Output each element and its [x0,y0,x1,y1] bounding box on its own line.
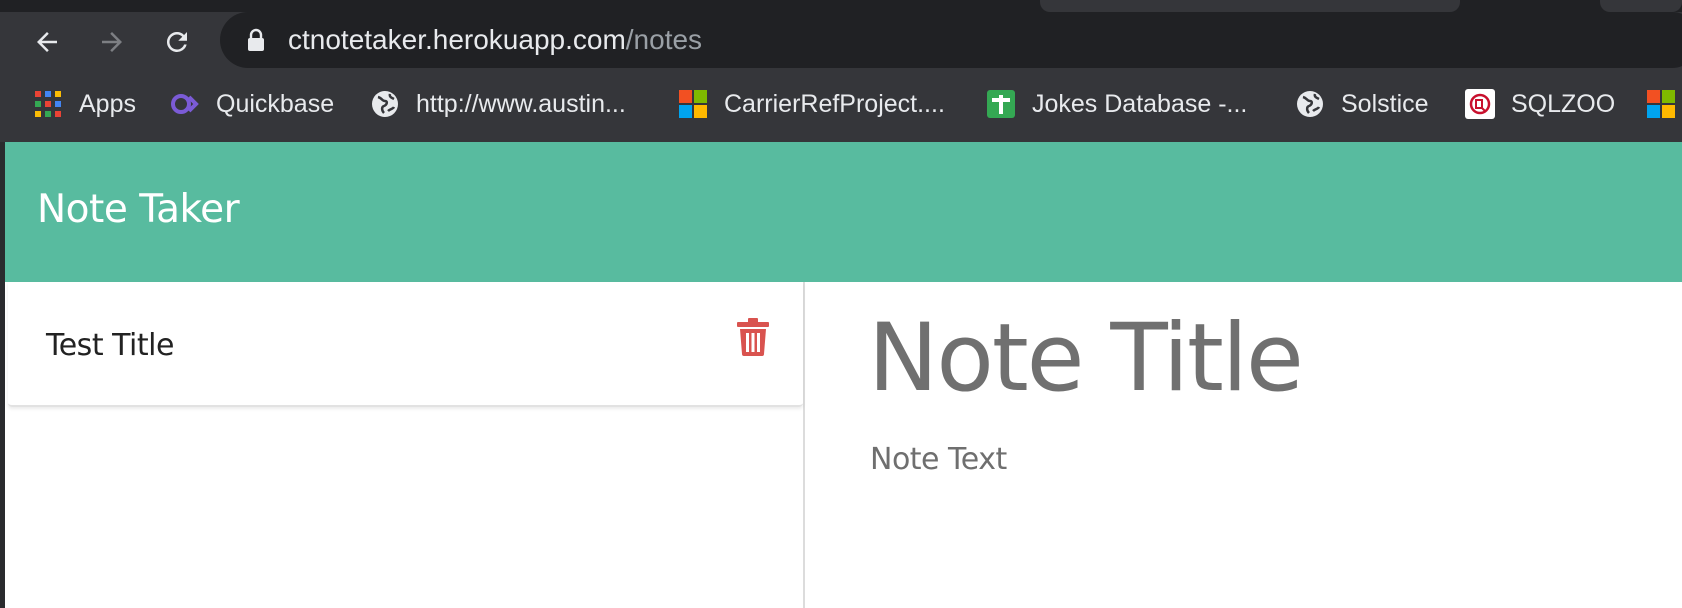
lock-icon[interactable] [246,28,266,52]
note-editor: Note Title Note Text [806,282,1682,608]
trash-icon[interactable] [736,318,770,356]
bookmark-label: http://www.austin... [416,89,626,118]
forward-button[interactable] [90,20,134,64]
tab-strip [0,0,1682,12]
arrow-right-icon [102,32,122,52]
globe-icon [1297,91,1323,117]
globe-icon [372,91,398,117]
bookmark-label: SQLZOO [1511,89,1616,118]
bookmark-microsoft[interactable] [1646,82,1682,126]
reload-button[interactable] [155,20,199,64]
bookmark-apps[interactable]: Apps [33,82,136,126]
bookmark-sqlzoo[interactable]: SQLZOO [1465,82,1615,126]
bookmark-label: CarrierRefProject.... [724,89,945,118]
bookmark-solstice[interactable]: Solstice [1295,82,1429,126]
browser-chrome: ctnotetaker.herokuapp.com/notes Apps Qui… [0,0,1682,142]
bookmark-label: Solstice [1341,89,1429,118]
tab[interactable] [1040,0,1460,12]
bookmarks-bar: Apps Quickbase http://www.austin... Carr… [0,82,1682,126]
sqlzoo-icon [1465,89,1495,119]
bookmark-label: Jokes Database -... [1032,89,1248,118]
apps-grid-icon [35,91,61,117]
bookmark-label: Apps [79,89,136,118]
bookmark-carrierref[interactable]: CarrierRefProject.... [678,82,945,126]
quickbase-icon [171,94,199,114]
url-text[interactable]: ctnotetaker.herokuapp.com/notes [288,22,702,58]
bookmark-austin[interactable]: http://www.austin... [370,82,626,126]
brand-title[interactable]: Note Taker [37,187,240,232]
notes-list: Test Title [5,282,805,608]
bookmark-label: Quickbase [216,89,335,118]
bookmark-quickbase[interactable]: Quickbase [170,82,334,126]
list-item[interactable]: Test Title [8,282,803,407]
note-title-input[interactable]: Note Title [868,304,1304,413]
arrow-left-icon [37,32,57,52]
back-button[interactable] [25,20,69,64]
note-text-input[interactable]: Note Text [870,442,1007,477]
microsoft-icon [679,90,707,118]
url-path: /notes [625,24,703,55]
bookmark-jokes[interactable]: Jokes Database -... [986,82,1247,126]
sheets-icon [987,90,1015,118]
app-navbar: Note Taker [5,142,1682,282]
url-host: ctnotetaker.herokuapp.com [288,24,626,55]
microsoft-icon [1647,90,1675,118]
tab[interactable] [1600,0,1682,12]
reload-icon [166,31,187,52]
note-item-title[interactable]: Test Title [46,328,174,363]
